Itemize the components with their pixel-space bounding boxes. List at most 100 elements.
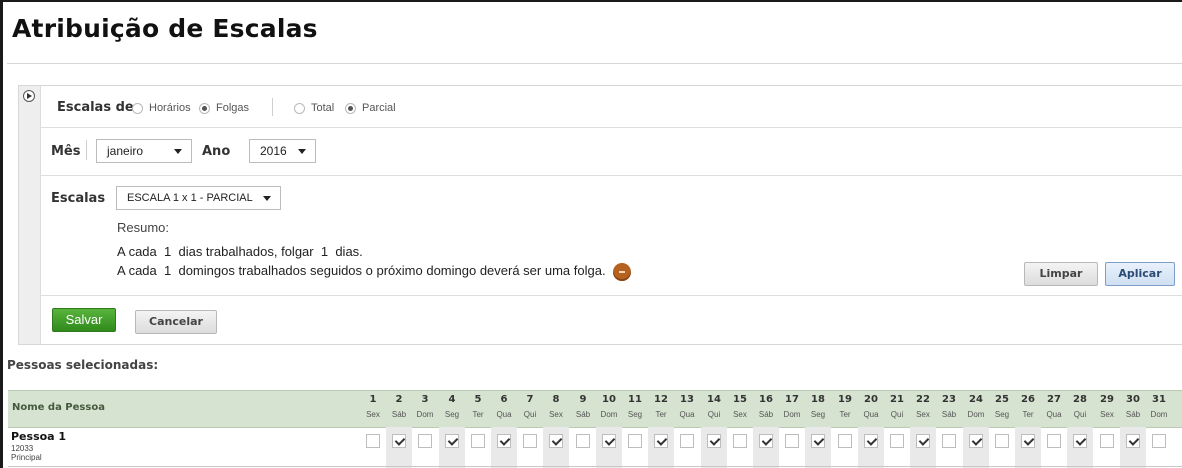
radio-horarios-label: Horários bbox=[149, 102, 191, 114]
day-cell bbox=[386, 427, 412, 468]
day-checkbox[interactable] bbox=[1021, 434, 1035, 448]
day-checkbox[interactable] bbox=[969, 434, 983, 448]
day-checkbox[interactable] bbox=[916, 434, 930, 448]
day-number: 3 bbox=[421, 394, 429, 405]
day-header: 8 Sex bbox=[543, 393, 569, 423]
day-checkbox[interactable] bbox=[680, 434, 694, 448]
day-checkbox[interactable] bbox=[1047, 434, 1061, 448]
day-weekday: Qui bbox=[707, 410, 721, 419]
day-checkbox[interactable] bbox=[1100, 434, 1114, 448]
salvar-button[interactable]: Salvar bbox=[52, 308, 116, 332]
day-header: 7 Qui bbox=[517, 393, 543, 423]
day-header: 23 Sáb bbox=[936, 393, 962, 423]
day-header: 22 Sex bbox=[910, 393, 936, 423]
day-weekday: Dom bbox=[600, 410, 618, 419]
day-weekday: Sáb bbox=[758, 410, 774, 419]
mes-select[interactable]: janeiro bbox=[96, 139, 192, 163]
mes-divider bbox=[86, 140, 87, 160]
day-weekday: Qui bbox=[523, 410, 537, 419]
minus-circle-icon[interactable] bbox=[613, 263, 631, 281]
day-number: 31 bbox=[1152, 394, 1166, 405]
day-checkbox[interactable] bbox=[654, 434, 668, 448]
day-number: 17 bbox=[785, 394, 799, 405]
resumo-line-2-pre: A cada bbox=[117, 263, 157, 278]
day-checkbox[interactable] bbox=[366, 434, 380, 448]
day-header: 30 Sáb bbox=[1120, 393, 1146, 423]
day-number: 11 bbox=[628, 394, 642, 405]
radio-total[interactable] bbox=[294, 103, 305, 114]
day-number: 16 bbox=[759, 394, 773, 405]
limpar-button[interactable]: Limpar bbox=[1024, 262, 1098, 286]
person-id: 12033 bbox=[11, 444, 34, 453]
day-checkbox[interactable] bbox=[995, 434, 1009, 448]
cancelar-button[interactable]: Cancelar bbox=[135, 310, 217, 334]
day-header: 16 Sáb bbox=[753, 393, 779, 423]
collapse-toggle-icon[interactable] bbox=[23, 90, 35, 102]
day-cell bbox=[753, 427, 779, 468]
day-cell bbox=[491, 427, 517, 468]
radio-folgas-label: Folgas bbox=[216, 102, 250, 114]
radio-total-label: Total bbox=[311, 102, 335, 114]
day-header: 26 Ter bbox=[1015, 393, 1041, 423]
day-header: 12 Ter bbox=[648, 393, 674, 423]
day-checkbox[interactable] bbox=[838, 434, 852, 448]
day-number: 7 bbox=[526, 394, 534, 405]
day-checkbox[interactable] bbox=[602, 434, 616, 448]
day-number: 6 bbox=[500, 394, 508, 405]
day-number: 25 bbox=[995, 394, 1009, 405]
day-checkbox[interactable] bbox=[942, 434, 956, 448]
day-checkbox[interactable] bbox=[707, 434, 721, 448]
escala-select[interactable]: ESCALA 1 x 1 - PARCIAL bbox=[116, 186, 281, 210]
day-number: 9 bbox=[579, 394, 587, 405]
day-weekday: Ter bbox=[655, 410, 667, 419]
day-header: 11 Seg bbox=[622, 393, 648, 423]
selected-people-title: Pessoas selecionadas: bbox=[7, 358, 159, 372]
day-checkbox[interactable] bbox=[497, 434, 511, 448]
day-weekday: Dom bbox=[783, 410, 801, 419]
day-checkbox[interactable] bbox=[471, 434, 485, 448]
day-weekday: Dom bbox=[416, 410, 434, 419]
day-checkbox[interactable] bbox=[628, 434, 642, 448]
day-cell bbox=[910, 427, 936, 468]
day-checkbox[interactable] bbox=[418, 434, 432, 448]
radio-parcial[interactable] bbox=[345, 103, 356, 114]
day-checkbox[interactable] bbox=[890, 434, 904, 448]
day-checkbox[interactable] bbox=[392, 434, 406, 448]
day-checkbox[interactable] bbox=[785, 434, 799, 448]
person-role: Principal bbox=[11, 453, 42, 462]
day-checkbox[interactable] bbox=[576, 434, 590, 448]
day-cell bbox=[543, 427, 569, 468]
day-cell bbox=[465, 427, 491, 468]
aplicar-button[interactable]: Aplicar bbox=[1105, 262, 1175, 286]
day-checkbox[interactable] bbox=[864, 434, 878, 448]
resumo-line-1: A cada 1 dias trabalhados, folgar 1 dias… bbox=[117, 244, 363, 259]
day-weekday: Seg bbox=[994, 410, 1010, 419]
chevron-down-icon bbox=[298, 149, 306, 154]
resumo-line-2: A cada 1 domingos trabalhados seguidos o… bbox=[117, 263, 606, 278]
day-number: 23 bbox=[942, 394, 956, 405]
day-cell bbox=[727, 427, 753, 468]
day-weekday: Qua bbox=[679, 410, 695, 419]
day-number: 24 bbox=[969, 394, 983, 405]
day-number: 13 bbox=[680, 394, 694, 405]
day-checkbox[interactable] bbox=[549, 434, 563, 448]
day-checkbox[interactable] bbox=[1126, 434, 1140, 448]
day-number: 21 bbox=[890, 394, 904, 405]
day-number: 22 bbox=[916, 394, 930, 405]
radio-horarios[interactable] bbox=[132, 103, 143, 114]
ano-select[interactable]: 2016 bbox=[249, 139, 316, 163]
day-checkbox[interactable] bbox=[733, 434, 747, 448]
panel-gutter bbox=[19, 86, 41, 344]
radio-folgas[interactable] bbox=[199, 103, 210, 114]
day-checkbox[interactable] bbox=[811, 434, 825, 448]
day-checkbox[interactable] bbox=[523, 434, 537, 448]
mes-label: Mês bbox=[51, 144, 81, 159]
day-checkbox[interactable] bbox=[759, 434, 773, 448]
day-checkbox[interactable] bbox=[1152, 434, 1166, 448]
day-checkbox[interactable] bbox=[1073, 434, 1087, 448]
day-weekday: Qui bbox=[1073, 410, 1087, 419]
day-cell bbox=[674, 427, 700, 468]
day-cell bbox=[884, 427, 910, 468]
day-header: 25 Seg bbox=[989, 393, 1015, 423]
day-checkbox[interactable] bbox=[445, 434, 459, 448]
